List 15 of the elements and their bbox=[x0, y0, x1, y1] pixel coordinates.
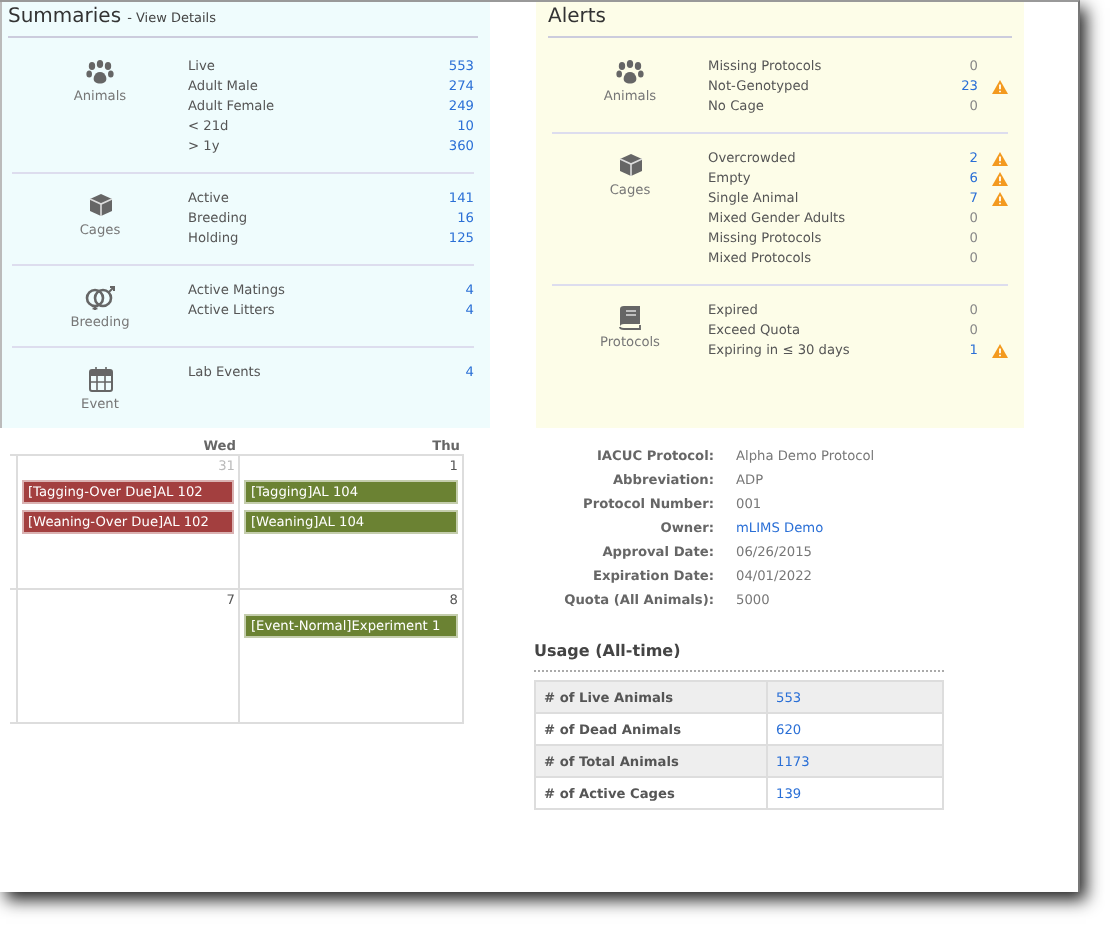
section-heading: Usage (All-time) bbox=[534, 642, 944, 672]
cube-icon bbox=[87, 192, 113, 218]
warning-icon bbox=[992, 151, 1008, 165]
panel-title: Summaries bbox=[8, 6, 122, 28]
book-icon bbox=[618, 304, 642, 330]
paw-icon bbox=[86, 60, 114, 84]
paw-icon bbox=[616, 60, 644, 84]
panel-title: Alerts bbox=[548, 6, 607, 28]
warning-icon bbox=[992, 79, 1008, 93]
calendar-icon bbox=[87, 366, 113, 392]
gender-rings-icon bbox=[84, 284, 116, 310]
cube-icon bbox=[617, 152, 643, 178]
warning-icon bbox=[992, 343, 1008, 357]
warning-icon bbox=[992, 191, 1008, 205]
warning-icon bbox=[992, 171, 1008, 185]
